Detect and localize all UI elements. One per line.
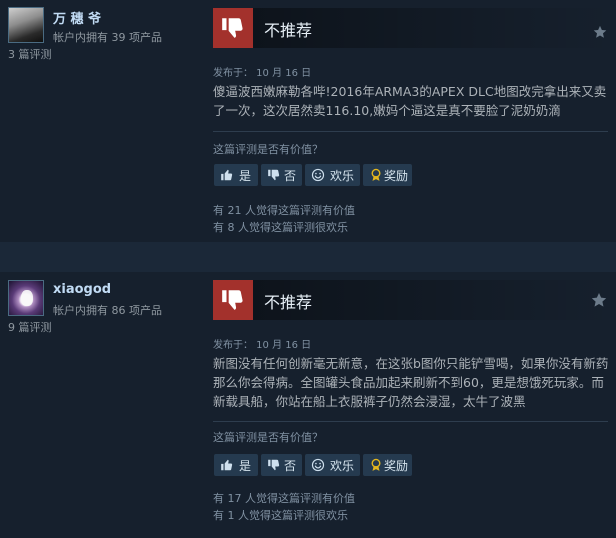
helpful-count: 有 21 人觉得这篇评测有价值 [213,204,355,217]
review-separator [0,242,616,272]
thumbs-down-icon [213,280,253,320]
vote-funny-label: 欢乐 [330,459,355,473]
vote-no-label: 否 [284,459,297,473]
username[interactable]: xiaogod [53,282,111,297]
smiley-icon [311,458,325,475]
funny-count: 有 1 人觉得这篇评测很欢乐 [213,509,348,522]
vote-no-button[interactable]: 否 [261,164,302,186]
star-icon[interactable] [591,292,607,312]
review-count[interactable]: 3 篇评测 [8,46,52,62]
thumbs-up-icon [220,458,234,475]
vote-yes-label: 是 [239,459,252,473]
vote-yes-button[interactable]: 是 [214,164,258,186]
review-card: 万 穗 爷 帐户内拥有 39 项产品 3 篇评测 不推荐 发布于： 10 月 1… [0,0,616,242]
posted-date: 发布于： 10 月 16 日 [213,68,312,79]
products-owned[interactable]: 帐户内拥有 86 项产品 [53,302,162,318]
award-label: 奖励 [384,459,409,473]
divider [213,421,608,422]
vote-header[interactable]: 不推荐 [213,8,613,48]
funny-count: 有 8 人觉得这篇评测很欢乐 [213,221,348,234]
thumbs-down-icon [267,458,281,475]
avatar[interactable] [8,280,44,316]
vote-yes-button[interactable]: 是 [214,454,258,476]
award-icon [369,458,383,475]
username[interactable]: 万 穗 爷 [53,8,101,27]
review-content: 新图没有任何创新毫无新意，在这张b图你只能铲雪喝，如果你没有新药那么你会得病。全… [213,356,609,409]
helpful-question: 这篇评测是否有价值？ [213,143,323,156]
posted-date: 发布于： 10 月 16 日 [213,340,312,351]
vote-no-button[interactable]: 否 [261,454,302,476]
helpful-question: 这篇评测是否有价值？ [213,431,323,444]
review-count[interactable]: 9 篇评测 [8,319,52,335]
vote-header[interactable]: 不推荐 [213,280,613,320]
verdict-label: 不推荐 [264,293,313,312]
smiley-icon [311,168,325,185]
products-owned[interactable]: 帐户内拥有 39 项产品 [53,29,162,45]
thumbs-down-icon [267,168,281,185]
helpful-count: 有 17 人觉得这篇评测有价值 [213,492,355,505]
vote-funny-button[interactable]: 欢乐 [305,164,360,186]
thumbs-down-icon [213,8,253,48]
award-button[interactable]: 奖励 [363,164,412,186]
vote-funny-button[interactable]: 欢乐 [305,454,360,476]
vote-funny-label: 欢乐 [330,169,355,183]
avatar[interactable] [8,7,44,43]
star-icon[interactable] [593,24,607,43]
vote-yes-label: 是 [239,169,252,183]
vote-no-label: 否 [284,169,297,183]
award-label: 奖励 [384,169,409,183]
award-icon [369,168,383,185]
verdict-label: 不推荐 [264,21,313,40]
divider [213,131,608,132]
award-button[interactable]: 奖励 [363,454,412,476]
review-card: xiaogod 帐户内拥有 86 项产品 9 篇评测 不推荐 发布于： 10 月… [0,272,616,538]
review-content: 傻逼波西嫩麻勒各哔!2016年ARMA3的APEX DLC地图改完拿出来又卖了一… [213,84,607,118]
thumbs-up-icon [220,168,234,185]
